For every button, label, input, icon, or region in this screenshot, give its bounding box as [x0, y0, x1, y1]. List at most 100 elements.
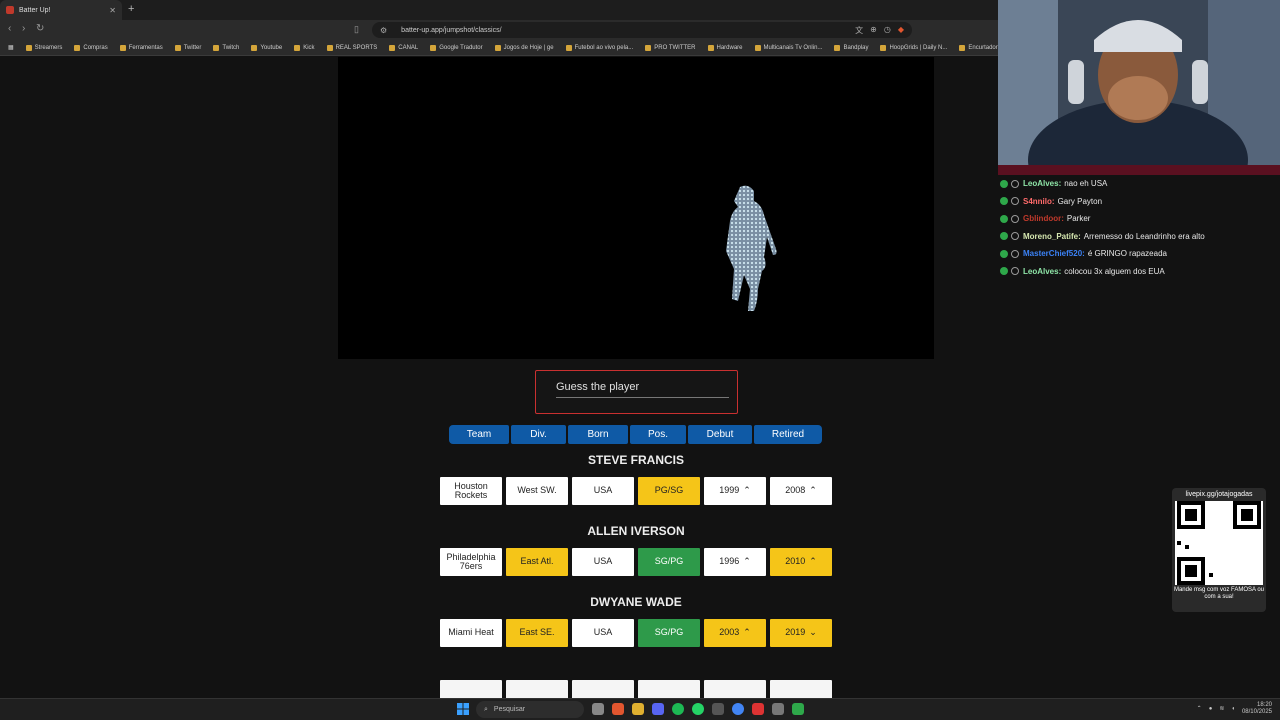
filter-div[interactable]: Div.	[511, 425, 566, 444]
arrow-up-icon: ⌃	[809, 485, 817, 496]
chat-user-icon	[1011, 197, 1019, 206]
bookmark-item[interactable]: Compras	[74, 44, 108, 51]
bookmark-label: HoopGrids | Daily N...	[889, 44, 948, 51]
chat-username[interactable]: LeoAlves:	[1023, 179, 1061, 188]
bookmark-item[interactable]: CANAL	[389, 44, 419, 51]
browser-toolbar: ‹ › ↻ ▯ ⚙ batter-up.app/jumpshot/classic…	[0, 20, 1000, 40]
guess-cell-text: PG/SG	[654, 485, 684, 496]
history-icon[interactable]: ◷	[884, 25, 891, 36]
back-icon[interactable]: ‹	[8, 23, 11, 34]
bookmark-label: Ferramentas	[128, 44, 163, 51]
chrome-app-icon[interactable]	[732, 703, 744, 715]
bookmark-item[interactable]: Hardware	[707, 44, 743, 51]
address-bar[interactable]: ⚙ batter-up.app/jumpshot/classics/ 文 ⊕ ◷…	[372, 22, 912, 38]
bookmark-item[interactable]: HoopGrids | Daily N...	[880, 44, 948, 51]
bookmark-item[interactable]: Google Tradutor	[430, 44, 483, 51]
app-icon[interactable]	[712, 703, 724, 715]
spotify-app-icon[interactable]	[672, 703, 684, 715]
chat-badge-icon	[1000, 197, 1008, 206]
bookmark-item[interactable]: Futebol ao vivo pela...	[565, 44, 633, 51]
new-tab-icon[interactable]: +	[128, 3, 134, 15]
bookmark-icon[interactable]: ▯	[354, 24, 359, 35]
chat-user-icon	[1011, 232, 1019, 241]
bookmark-folder-icon	[754, 44, 761, 51]
wifi-icon[interactable]: ≋	[1219, 705, 1224, 712]
chat-user-icon	[1011, 249, 1019, 258]
settings-app-icon[interactable]	[592, 703, 604, 715]
bookmark-item[interactable]: Jogos de Hoje | ge	[494, 44, 554, 51]
brave-app-icon[interactable]	[612, 703, 624, 715]
site-info-icon[interactable]: ⚙	[380, 26, 387, 35]
bookmark-folder-icon	[645, 44, 652, 51]
chat-text: nao eh USA	[1064, 179, 1108, 189]
bookmark-folder-icon	[880, 44, 887, 51]
obs-app-icon[interactable]	[752, 703, 764, 715]
mic-icon[interactable]: ●	[1209, 706, 1213, 712]
chat-username[interactable]: Gblindoor:	[1023, 214, 1064, 223]
guess-input[interactable]	[556, 376, 729, 398]
chat-badge-icon	[1000, 249, 1008, 258]
gear-app-icon[interactable]	[772, 703, 784, 715]
bookmark-item[interactable]: Streamers	[25, 44, 62, 51]
bookmark-label: Compras	[83, 44, 108, 51]
filter-retired[interactable]: Retired	[754, 425, 822, 444]
chat-username[interactable]: Moreno_Patife:	[1023, 232, 1081, 241]
bookmark-item[interactable]: Ferramentas	[119, 44, 163, 51]
chat-username[interactable]: MasterChief520:	[1023, 249, 1085, 258]
chat-username[interactable]: LeoAlves:	[1023, 267, 1061, 276]
filter-team[interactable]: Team	[449, 425, 509, 444]
bookmark-item[interactable]: Multicanais Tv Onlin...	[754, 44, 822, 51]
bookmark-item[interactable]: REAL SPORTS	[326, 44, 377, 51]
guess-cell: SG/PG	[638, 619, 700, 647]
page-scrollbar[interactable]	[1275, 175, 1279, 695]
guess-cell: Miami Heat	[440, 619, 502, 647]
clock[interactable]: 18:20 08/10/2025	[1242, 702, 1272, 715]
guess-cell: 2008 ⌃	[770, 477, 832, 505]
guess-cells: Miami Heat East SE. USA SG/PG 2003 ⌃ 2019 ⌄	[440, 619, 832, 647]
bookmark-folder-icon	[294, 44, 301, 51]
browser-tab[interactable]: Batter Up! ✕	[0, 0, 122, 20]
reload-icon[interactable]: ↻	[36, 23, 44, 34]
bookmark-item[interactable]: Twitch	[213, 44, 239, 51]
chat-badge-icon	[1000, 267, 1008, 276]
chat-user-icon	[1011, 179, 1019, 188]
chat-badge-icon	[1000, 214, 1008, 223]
site-favicon-icon	[6, 6, 14, 14]
windows-start-icon[interactable]	[457, 703, 469, 715]
guess-cell-text: 2003	[719, 627, 740, 638]
guess-cell: 2010 ⌃	[770, 548, 832, 576]
brave-shield-icon[interactable]: ◆	[898, 25, 904, 36]
filter-pos[interactable]: Pos.	[630, 425, 686, 444]
taskbar-search[interactable]: ⌕ Pesquisar	[476, 701, 584, 718]
bookmark-item[interactable]: PRO TWITTER	[645, 44, 696, 51]
volume-icon[interactable]: ◖	[1231, 706, 1235, 712]
guess-cell: PG/SG	[638, 477, 700, 505]
bookmark-item[interactable]: Kick	[294, 44, 315, 51]
app-green-icon[interactable]	[792, 703, 804, 715]
guess-cell: SG/PG	[638, 548, 700, 576]
guess-cell-text: USA	[593, 627, 613, 638]
close-tab-icon[interactable]: ✕	[109, 6, 116, 15]
bookmark-label: CANAL	[398, 44, 419, 51]
zoom-icon[interactable]: ⊕	[870, 25, 877, 36]
bookmark-label: Youtube	[260, 44, 283, 51]
chat-badge-icon	[1000, 179, 1008, 188]
bookmark-item[interactable]: Twitter	[174, 44, 201, 51]
discord-app-icon[interactable]	[652, 703, 664, 715]
player-video	[338, 57, 934, 359]
filter-born[interactable]: Born	[568, 425, 628, 444]
bookmark-item[interactable]: Youtube	[251, 44, 283, 51]
forward-icon[interactable]: ›	[22, 23, 25, 34]
bookmark-item[interactable]: Encurtador de Link...	[959, 44, 1000, 51]
guess-cell: 1996 ⌃	[704, 548, 766, 576]
filter-debut[interactable]: Debut	[688, 425, 752, 444]
search-icon: ⌕	[484, 705, 488, 713]
whatsapp-app-icon[interactable]	[692, 703, 704, 715]
apps-icon[interactable]: ▦	[8, 44, 14, 51]
tray-chevron-icon[interactable]: ⌃	[1197, 705, 1202, 712]
bookmark-item[interactable]: Bandplay	[834, 44, 868, 51]
bookmark-folder-icon	[119, 44, 126, 51]
file-explorer-icon[interactable]	[632, 703, 644, 715]
chat-username[interactable]: S4nnilo:	[1023, 197, 1055, 206]
translate-icon[interactable]: 文	[855, 25, 863, 36]
